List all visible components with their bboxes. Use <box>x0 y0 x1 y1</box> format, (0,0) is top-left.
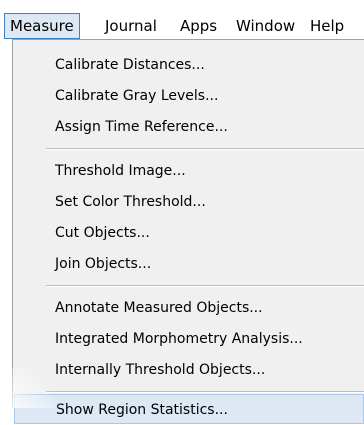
menu-item-annotate-measured-objects[interactable]: Annotate Measured Objects... <box>14 293 364 323</box>
menu-item-label: Threshold Image... <box>55 163 186 179</box>
menu-item-integrated-morphometry-analysis[interactable]: Integrated Morphometry Analysis... <box>14 324 364 354</box>
menu-item-label: Join Objects... <box>55 256 152 272</box>
menu-window[interactable]: Window <box>236 13 295 39</box>
menu-apps[interactable]: Apps <box>180 13 217 39</box>
menu-item-show-region-statistics[interactable]: Show Region Statistics... <box>14 394 364 424</box>
menu-separator <box>46 391 364 393</box>
menu-item-label: Integrated Morphometry Analysis... <box>55 331 303 347</box>
menu-measure[interactable]: Measure <box>4 13 80 39</box>
menu-item-label: Show Region Statistics... <box>56 402 228 418</box>
menu-item-label: Internally Threshold Objects... <box>55 362 266 378</box>
menu-item-cut-objects[interactable]: Cut Objects... <box>14 218 364 248</box>
menu-item-label: Calibrate Distances... <box>55 57 205 73</box>
menu-journal[interactable]: Journal <box>105 13 157 39</box>
menu-item-assign-time-reference[interactable]: Assign Time Reference... <box>14 112 364 142</box>
menu-separator <box>46 148 364 150</box>
menu-item-label: Calibrate Gray Levels... <box>55 88 219 104</box>
menu-item-calibrate-gray-levels[interactable]: Calibrate Gray Levels... <box>14 81 364 111</box>
menu-item-label: Cut Objects... <box>55 225 150 241</box>
menu-item-label: Set Color Threshold... <box>55 194 206 210</box>
menu-item-label: Assign Time Reference... <box>55 119 228 135</box>
menu-item-join-objects[interactable]: Join Objects... <box>14 249 364 279</box>
menu-bar: Measure Journal Apps Window Help <box>0 0 364 40</box>
menu-help[interactable]: Help <box>310 13 344 39</box>
menu-item-label: Annotate Measured Objects... <box>55 300 263 316</box>
menu-item-threshold-image[interactable]: Threshold Image... <box>14 156 364 186</box>
menu-item-set-color-threshold[interactable]: Set Color Threshold... <box>14 187 364 217</box>
menu-item-internally-threshold-objects[interactable]: Internally Threshold Objects... <box>14 355 364 385</box>
menu-item-calibrate-distances[interactable]: Calibrate Distances... <box>14 50 364 80</box>
menu-separator <box>46 285 364 287</box>
measure-dropdown-menu: Calibrate Distances... Calibrate Gray Le… <box>12 39 364 424</box>
